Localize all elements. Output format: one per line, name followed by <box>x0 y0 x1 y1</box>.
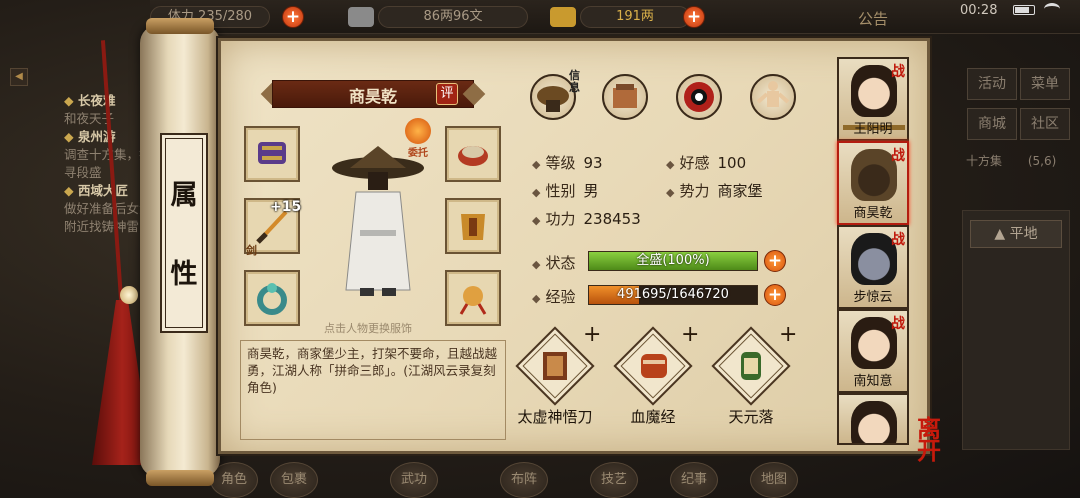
state-add-button[interactable]: + <box>764 250 786 272</box>
leave-button[interactable]: 离开 <box>914 417 944 463</box>
stat-faction: ◆ 势力 商家堡 <box>666 182 763 200</box>
scroll-book-icon <box>543 352 567 380</box>
stat-state-label: ◆ 状态 <box>532 254 576 272</box>
battery-icon <box>1013 5 1035 15</box>
menu-chronicle[interactable]: 纪事 <box>670 462 718 498</box>
tab-meridian[interactable] <box>750 74 796 120</box>
gold-ingot-icon <box>550 7 576 27</box>
wifi-icon <box>1044 3 1060 15</box>
state-bar: 全盛(100%) <box>588 251 758 271</box>
bag-icon <box>613 84 637 108</box>
attribute-scroll-label: 属 性 <box>160 133 208 333</box>
equip-slot-armguard[interactable] <box>244 126 300 182</box>
crown-icon <box>458 146 488 166</box>
roster-card[interactable]: 战 南知意 <box>837 309 909 393</box>
copper-display: 86两96文 <box>378 6 528 28</box>
terrain-tab[interactable]: ▲ 平地 <box>970 220 1062 248</box>
skill-1-add-icon[interactable]: + <box>583 322 601 347</box>
collapse-arrow-icon[interactable]: ◀ <box>10 68 28 86</box>
stat-gender: ◆ 性别男 <box>532 182 599 200</box>
roster-card[interactable]: 战 步惊云 <box>837 225 909 309</box>
weapon-type-tag: 剑 <box>246 244 257 257</box>
character-description: 商昊乾，商家堡少主，打架不要命，且越战越勇，江湖人称「拼命三郎」。(江湖风云录复… <box>240 340 506 440</box>
menu-formation[interactable]: 布阵 <box>500 462 548 498</box>
weapon-refine-level: +15 <box>270 199 302 215</box>
community-button[interactable]: 社区 <box>1020 108 1070 140</box>
menu-martial[interactable]: 武功 <box>390 462 438 498</box>
pendant-icon <box>459 286 487 315</box>
change-outfit-hint: 点击人物更换服饰 <box>324 322 412 335</box>
equip-slot-headgear[interactable] <box>445 126 501 182</box>
skill-slot-1[interactable]: 太虚神悟刀 <box>515 326 595 427</box>
tab-bagua[interactable] <box>676 74 722 120</box>
shop-button[interactable]: 商城 <box>967 108 1017 140</box>
gold-display: 191两 <box>580 6 690 28</box>
status-clock: 00:28 <box>960 3 998 18</box>
character-roster: 战 王阳明 战 商昊乾 战 步惊云 战 南知意 <box>837 55 913 445</box>
skill-slot-3[interactable]: 天元落 <box>711 326 791 427</box>
exp-bar: 491695/1646720 <box>588 285 758 305</box>
stat-affinity: ◆ 好感 100 <box>666 154 747 172</box>
menu-bag[interactable]: 包裹 <box>270 462 318 498</box>
armguard-icon <box>258 142 286 164</box>
equip-slot-ring[interactable] <box>244 270 300 326</box>
refresh-icon <box>405 118 431 144</box>
scroll-book-icon <box>741 352 761 380</box>
armor-icon <box>461 214 485 240</box>
consign-button[interactable]: 委托 <box>403 118 433 159</box>
roster-card-selected[interactable]: 战 商昊乾 <box>837 141 909 225</box>
character-avatar <box>851 401 897 443</box>
skill-slot-2[interactable]: 血魔经 <box>613 326 693 427</box>
menu-map[interactable]: 地图 <box>750 462 798 498</box>
bottom-menu: 角色 包裹 武功 布阵 技艺 纪事 地图 <box>210 458 830 498</box>
scroll-cap-top <box>146 18 214 34</box>
stat-exp-label: ◆ 经验 <box>532 288 576 306</box>
skill-2-add-icon[interactable]: + <box>681 322 699 347</box>
roster-card[interactable] <box>837 393 909 445</box>
menu-button[interactable]: 菜单 <box>1020 68 1070 100</box>
equip-slot-accessory[interactable] <box>445 270 501 326</box>
exp-add-button[interactable]: + <box>764 284 786 306</box>
character-portrait[interactable] <box>330 140 426 310</box>
activity-button[interactable]: 活动 <box>967 68 1017 100</box>
scroll-book-icon <box>641 354 667 378</box>
copper-icon <box>348 7 374 27</box>
resource-bar: 体力 235/280 + 86两96文 191两 + <box>150 0 1080 34</box>
gold-add-button[interactable]: + <box>683 6 705 28</box>
yinyang-icon <box>684 82 714 112</box>
equip-slot-armor[interactable] <box>445 198 501 254</box>
jade-bead <box>120 286 138 304</box>
roster-card[interactable]: 战 王阳明 <box>837 57 909 141</box>
hat-icon <box>537 86 569 112</box>
stat-level: ◆ 等级 93 <box>532 154 603 172</box>
location-readout: 十方集 (5,6) <box>966 154 1057 168</box>
body-meridian-icon <box>756 81 790 107</box>
scroll-cap-bottom <box>146 470 214 486</box>
tab-equipment[interactable] <box>602 74 648 120</box>
tab-info-label: 信息 <box>569 69 580 94</box>
announcement-button[interactable]: 公告 <box>858 8 888 29</box>
rate-button[interactable]: 评 <box>436 83 458 105</box>
skill-3-add-icon[interactable]: + <box>779 322 797 347</box>
jade-ring-icon <box>257 283 287 315</box>
stat-power: ◆ 功力 238453 <box>532 210 641 228</box>
stamina-add-button[interactable]: + <box>282 6 304 28</box>
menu-craft[interactable]: 技艺 <box>590 462 638 498</box>
